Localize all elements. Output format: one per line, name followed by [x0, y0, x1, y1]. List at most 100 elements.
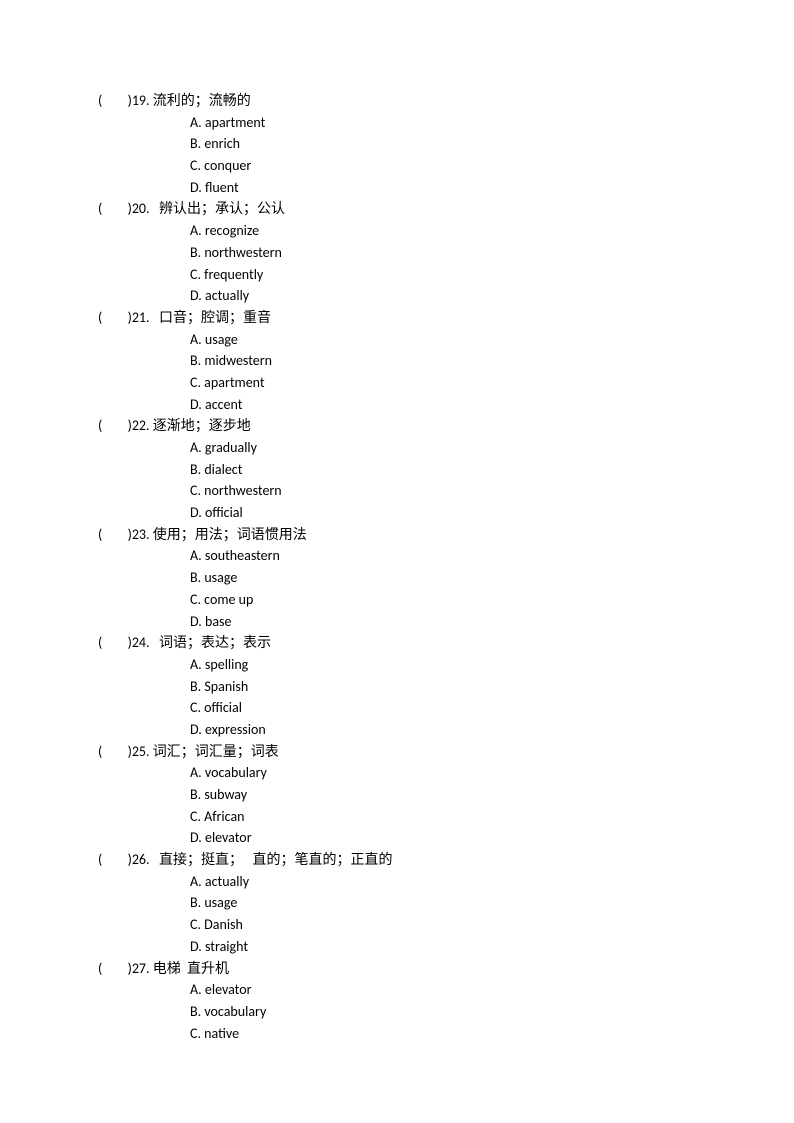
- option-letter: C.: [190, 699, 204, 716]
- option-d[interactable]: D. actually: [98, 285, 794, 307]
- option-c[interactable]: C. native: [98, 1023, 794, 1045]
- answer-blank[interactable]: [102, 417, 127, 434]
- option-text: official: [204, 699, 242, 716]
- question-prompt: 使用；用法；词语惯用法: [153, 526, 307, 543]
- option-letter: B.: [190, 786, 204, 803]
- question-number: 27.: [132, 960, 153, 977]
- option-letter: B.: [190, 894, 204, 911]
- option-c[interactable]: C. frequently: [98, 264, 794, 286]
- question-prompt: 流利的；流畅的: [153, 92, 251, 109]
- option-letter: A.: [190, 114, 205, 131]
- option-letter: B.: [190, 1003, 204, 1020]
- option-letter: D.: [190, 287, 205, 304]
- option-letter: D.: [190, 829, 205, 846]
- option-text: northwestern: [204, 244, 281, 261]
- option-text: fluent: [205, 179, 239, 196]
- option-b[interactable]: B. Spanish: [98, 676, 794, 698]
- option-letter: C.: [190, 157, 204, 174]
- option-letter: C.: [190, 808, 204, 825]
- option-d[interactable]: D. base: [98, 611, 794, 633]
- option-a[interactable]: A. vocabulary: [98, 762, 794, 784]
- option-text: accent: [205, 396, 242, 413]
- question-number: 20.: [132, 200, 153, 217]
- option-b[interactable]: B. enrich: [98, 133, 794, 155]
- quiz-container: ( )19. 流利的；流畅的A. apartmentB. enrichC. co…: [98, 90, 794, 1044]
- option-c[interactable]: C. conquer: [98, 155, 794, 177]
- option-letter: D.: [190, 396, 205, 413]
- option-letter: B.: [190, 461, 204, 478]
- option-letter: B.: [190, 135, 204, 152]
- option-text: African: [204, 808, 244, 825]
- option-text: gradually: [205, 439, 257, 456]
- answer-blank[interactable]: [102, 526, 127, 543]
- answer-blank[interactable]: [102, 960, 127, 977]
- question-prompt: 口音；腔调；重音: [153, 309, 271, 326]
- answer-blank[interactable]: [102, 634, 127, 651]
- option-letter: A.: [190, 873, 205, 890]
- option-a[interactable]: A. spelling: [98, 654, 794, 676]
- option-b[interactable]: B. midwestern: [98, 350, 794, 372]
- option-text: dialect: [204, 461, 242, 478]
- option-d[interactable]: D. expression: [98, 719, 794, 741]
- option-b[interactable]: B. vocabulary: [98, 1001, 794, 1023]
- question-24: ( )24. 词语；表达；表示A. spellingB. SpanishC. o…: [98, 632, 794, 740]
- option-d[interactable]: D. accent: [98, 394, 794, 416]
- question-25: ( )25. 词汇；词汇量；词表A. vocabularyB. subwayC.…: [98, 741, 794, 849]
- option-b[interactable]: B. subway: [98, 784, 794, 806]
- option-text: vocabulary: [205, 764, 267, 781]
- answer-blank[interactable]: [102, 743, 127, 760]
- option-text: midwestern: [204, 352, 272, 369]
- question-header: ( )21. 口音；腔调；重音: [98, 307, 794, 329]
- option-a[interactable]: A. usage: [98, 329, 794, 351]
- option-c[interactable]: C. come up: [98, 589, 794, 611]
- question-prompt: 辨认出；承认；公认: [153, 200, 285, 217]
- question-number: 22.: [132, 417, 153, 434]
- question-prompt: 逐渐地；逐步地: [153, 417, 251, 434]
- option-letter: C.: [190, 266, 204, 283]
- option-letter: C.: [190, 591, 204, 608]
- option-letter: C.: [190, 482, 204, 499]
- option-a[interactable]: A. elevator: [98, 979, 794, 1001]
- option-text: frequently: [204, 266, 263, 283]
- question-23: ( )23. 使用；用法；词语惯用法A. southeasternB. usag…: [98, 524, 794, 632]
- option-a[interactable]: A. apartment: [98, 112, 794, 134]
- question-22: ( )22. 逐渐地；逐步地A. graduallyB. dialectC. n…: [98, 415, 794, 523]
- option-text: usage: [204, 569, 237, 586]
- option-d[interactable]: D. elevator: [98, 827, 794, 849]
- question-header: ( )24. 词语；表达；表示: [98, 632, 794, 654]
- option-a[interactable]: A. recognize: [98, 220, 794, 242]
- option-d[interactable]: D. fluent: [98, 177, 794, 199]
- answer-blank[interactable]: [102, 92, 127, 109]
- option-a[interactable]: A. actually: [98, 871, 794, 893]
- option-a[interactable]: A. southeastern: [98, 545, 794, 567]
- question-27: ( )27. 电梯 直升机A. elevatorB. vocabularyC. …: [98, 958, 794, 1045]
- option-c[interactable]: C. official: [98, 697, 794, 719]
- answer-blank[interactable]: [102, 200, 127, 217]
- option-c[interactable]: C. Danish: [98, 914, 794, 936]
- question-number: 24.: [132, 634, 153, 651]
- option-d[interactable]: D. official: [98, 502, 794, 524]
- option-text: vocabulary: [204, 1003, 266, 1020]
- option-c[interactable]: C. northwestern: [98, 480, 794, 502]
- option-b[interactable]: B. northwestern: [98, 242, 794, 264]
- option-letter: A.: [190, 331, 205, 348]
- option-b[interactable]: B. usage: [98, 567, 794, 589]
- option-letter: D.: [190, 721, 205, 738]
- option-letter: C.: [190, 374, 204, 391]
- question-number: 26.: [132, 851, 153, 868]
- option-d[interactable]: D. straight: [98, 936, 794, 958]
- option-text: apartment: [204, 374, 264, 391]
- option-letter: B.: [190, 244, 204, 261]
- option-a[interactable]: A. gradually: [98, 437, 794, 459]
- answer-blank[interactable]: [102, 309, 127, 326]
- option-text: elevator: [205, 981, 252, 998]
- question-header: ( )25. 词汇；词汇量；词表: [98, 741, 794, 763]
- option-c[interactable]: C. African: [98, 806, 794, 828]
- answer-blank[interactable]: [102, 851, 127, 868]
- option-letter: A.: [190, 981, 205, 998]
- option-b[interactable]: B. dialect: [98, 459, 794, 481]
- question-header: ( )26. 直接；挺直； 直的；笔直的；正直的: [98, 849, 794, 871]
- option-c[interactable]: C. apartment: [98, 372, 794, 394]
- option-b[interactable]: B. usage: [98, 892, 794, 914]
- question-prompt: 词汇；词汇量；词表: [153, 743, 279, 760]
